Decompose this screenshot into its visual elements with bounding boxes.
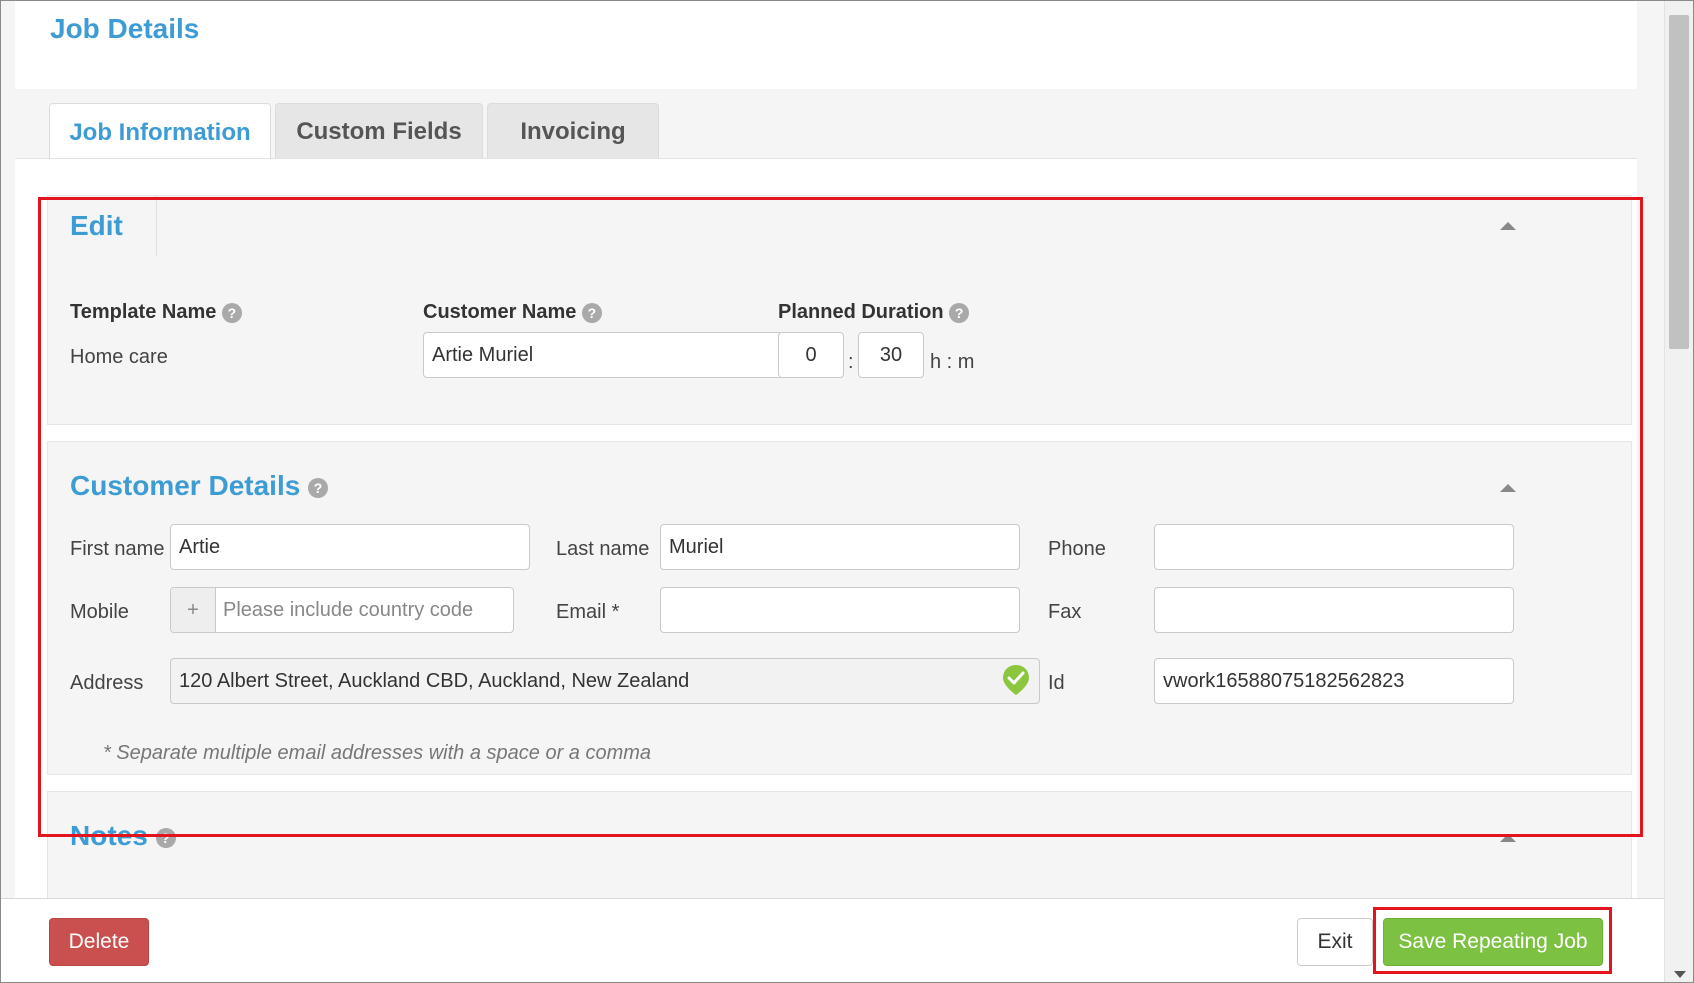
id-label: Id [1048,672,1065,694]
scroll-down-arrow-icon[interactable] [1674,971,1686,978]
duration-hours-input[interactable]: 0 [778,332,844,378]
exit-button[interactable]: Exit [1297,918,1373,966]
country-code-prefix: + [171,588,216,632]
scrollbar[interactable] [1664,1,1693,982]
address-label: Address [70,672,144,694]
footer-bar: Delete Exit Save Repeating Job [1,898,1665,982]
tab-content: Edit Template Name ? Home care Customer … [15,158,1643,911]
fax-input[interactable] [1154,587,1514,633]
duration-separator: : [848,351,854,373]
scrollbar-thumb[interactable] [1669,15,1689,349]
page-header: Job Details [15,1,1637,89]
customer-details-title: Customer Details ? [70,470,329,502]
template-name-label: Template Name ? [70,301,242,324]
help-icon[interactable]: ? [308,477,329,498]
collapse-arrow-icon[interactable] [1500,222,1516,230]
fax-label: Fax [1048,601,1082,623]
customer-details-panel: Customer Details ? First name Artie Last… [47,441,1632,775]
save-repeating-job-button[interactable]: Save Repeating Job [1383,918,1603,966]
delete-button[interactable]: Delete [49,918,149,966]
collapse-arrow-icon[interactable] [1500,484,1516,492]
duration-minutes-input[interactable]: 30 [858,332,924,378]
email-separator-note: * Separate multiple email addresses with… [103,742,652,764]
first-name-input[interactable]: Artie [170,524,530,570]
help-icon[interactable]: ? [949,302,970,323]
phone-input[interactable] [1154,524,1514,570]
edit-title: Edit [70,210,123,241]
address-input[interactable]: 120 Albert Street, Auckland CBD, Aucklan… [170,658,1040,704]
email-label: Email * [556,601,620,623]
page-title: Job Details [50,13,200,44]
notes-panel: Notes ? [47,791,1632,911]
last-name-label: Last name [556,538,650,560]
mobile-label: Mobile [70,601,129,623]
last-name-input[interactable]: Muriel [660,524,1020,570]
first-name-label: First name [70,538,165,560]
tab-job-information[interactable]: Job Information [49,103,271,161]
tab-invoicing[interactable]: Invoicing [487,103,659,160]
mobile-placeholder: Please include country code [223,598,474,621]
verified-location-icon [1003,665,1029,695]
help-icon[interactable]: ? [155,827,176,848]
app-frame: Job Details Job Information Custom Field… [0,0,1694,983]
tab-custom-fields[interactable]: Custom Fields [275,103,483,160]
edit-panel: Edit Template Name ? Home care Customer … [47,195,1632,425]
edit-title-divider [156,196,157,256]
duration-unit: h : m [930,351,975,373]
notes-title: Notes ? [70,820,176,852]
template-name-value: Home care [70,346,168,368]
id-input[interactable]: vwork16588075182562823 [1154,658,1514,704]
collapse-arrow-icon[interactable] [1500,834,1516,842]
address-value: 120 Albert Street, Auckland CBD, Aucklan… [179,669,690,692]
phone-label: Phone [1048,538,1106,560]
customer-name-label: Customer Name ? [423,301,602,324]
customer-name-input[interactable]: Artie Muriel [423,332,783,378]
mobile-input[interactable]: + Please include country code [170,587,514,633]
help-icon[interactable]: ? [581,302,602,323]
planned-duration-label: Planned Duration ? [778,301,970,324]
help-icon[interactable]: ? [221,302,242,323]
email-input[interactable] [660,587,1020,633]
